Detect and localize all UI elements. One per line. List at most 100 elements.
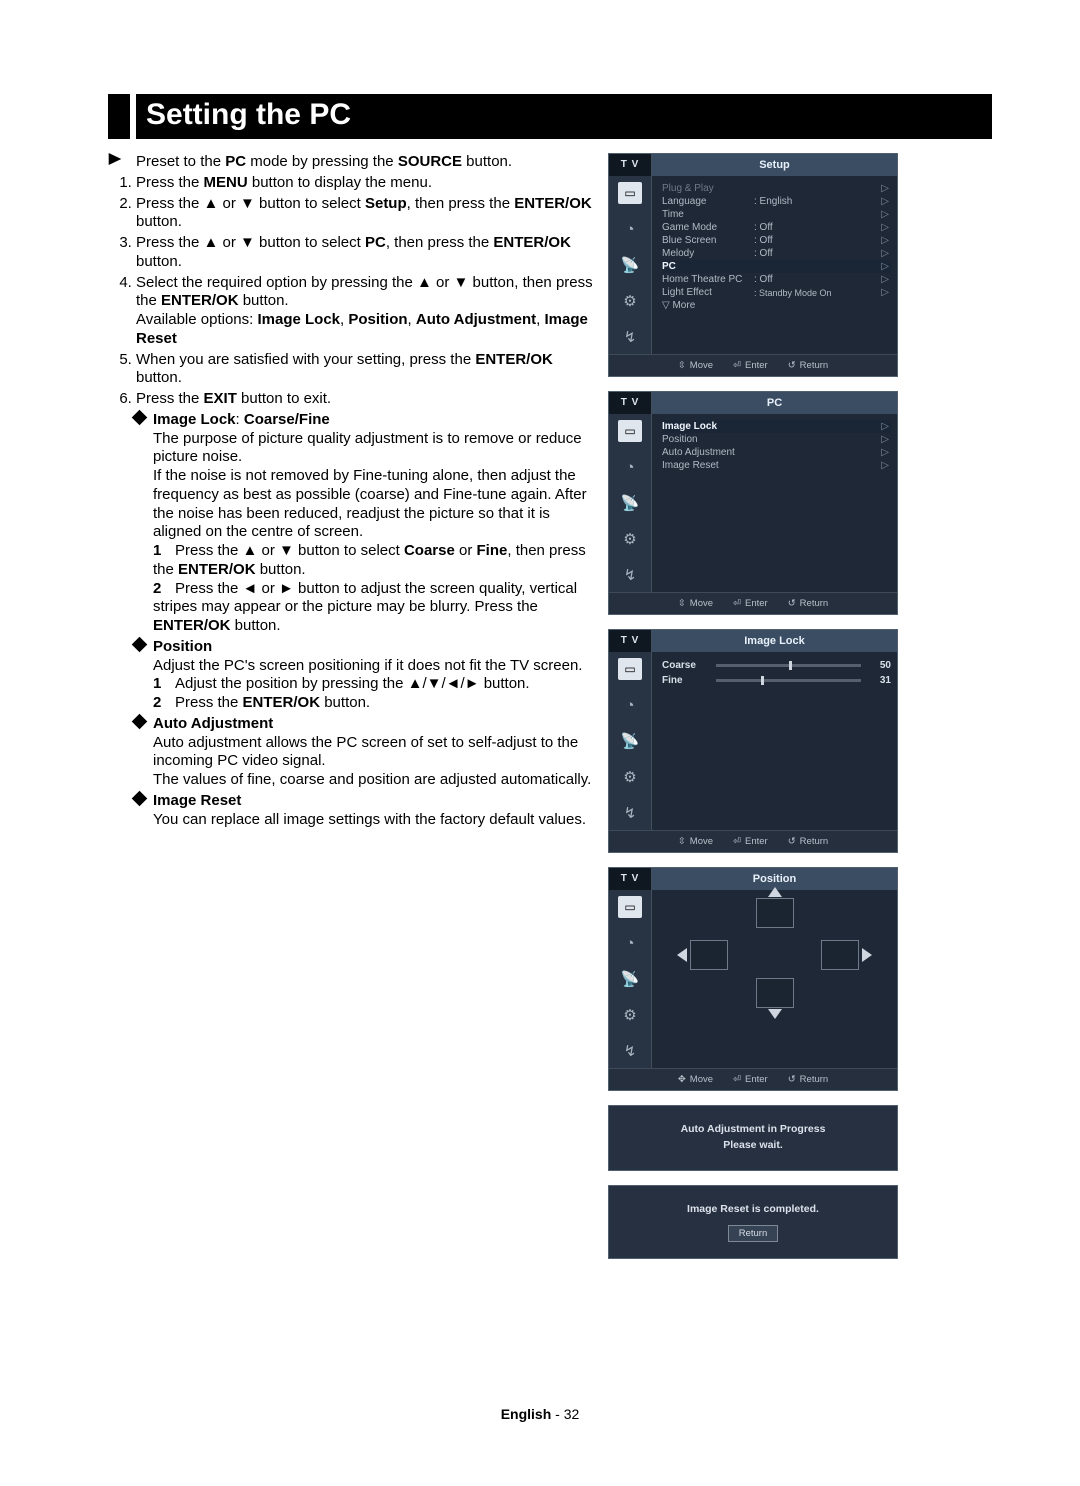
slider-fine[interactable]: Fine 31	[662, 673, 891, 688]
osd-title: Image Lock	[652, 630, 897, 652]
title-row: Setting the PC	[108, 94, 992, 139]
pos-up[interactable]	[756, 898, 794, 928]
step-3: Press the ▲ or ▼ button to select PC, th…	[136, 234, 598, 272]
chevron-right-icon: ▷	[881, 274, 891, 285]
row-image-reset[interactable]: Image Reset▷	[662, 459, 891, 472]
step-6: Press the EXIT button to exit.	[136, 390, 598, 409]
channel-tab-icon[interactable]: 📡	[618, 730, 642, 752]
diamond-bullet-icon	[132, 409, 148, 425]
diamond-bullet-icon	[132, 636, 148, 652]
setup-tab-icon[interactable]: ⚙	[618, 290, 642, 312]
row-home-theatre-pc[interactable]: Home Theatre PC: Off▷	[662, 273, 891, 286]
osd-lock-list[interactable]: Coarse 50 Fine 31	[652, 652, 897, 830]
row-light-effect[interactable]: Light Effect: Standby Mode On▷	[662, 286, 891, 299]
osd-image-lock: T V Image Lock ▭ ◔ 📡 ⚙ ↯ Coarse	[608, 629, 898, 853]
diamond-bullet-icon	[132, 713, 148, 729]
page: Setting the PC Preset to the PC mode by …	[0, 0, 1080, 1486]
chevron-right-icon: ▷	[881, 183, 891, 194]
pos-left[interactable]	[690, 940, 728, 970]
diamond-bullet-icon	[132, 790, 148, 806]
osd-footer: ⇳ Move ⏎ Enter ↺ Return	[609, 830, 897, 852]
return-button[interactable]: Return	[728, 1225, 779, 1242]
imagelock-sub-2: 2Press the ◄ or ► button to adjust the s…	[153, 580, 598, 636]
section-auto: Auto Adjustment Auto adjustment allows t…	[108, 715, 598, 790]
hint-return: ↺ Return	[788, 1074, 828, 1085]
channel-tab-icon[interactable]: 📡	[618, 968, 642, 990]
setup-tab-icon[interactable]: ⚙	[618, 1004, 642, 1026]
page-title: Setting the PC	[136, 94, 992, 139]
picture-tab-icon[interactable]: ▭	[618, 658, 642, 680]
osd-tv-label: T V	[609, 630, 652, 652]
main-steps: Press the MENU button to display the men…	[108, 174, 598, 409]
row-time[interactable]: Time▷	[662, 208, 891, 221]
row-melody[interactable]: Melody: Off▷	[662, 247, 891, 260]
slider-coarse[interactable]: Coarse 50	[662, 658, 891, 673]
input-tab-icon[interactable]: ↯	[618, 802, 642, 824]
step-2: Press the ▲ or ▼ button to select Setup,…	[136, 195, 598, 233]
row-position[interactable]: Position▷	[662, 433, 891, 446]
row-auto-adjustment[interactable]: Auto Adjustment▷	[662, 446, 891, 459]
imagelock-sub-1: 1Press the ▲ or ▼ button to select Coars…	[153, 542, 598, 580]
setup-tab-icon[interactable]: ⚙	[618, 528, 642, 550]
hint-enter: ⏎ Enter	[733, 360, 768, 371]
hint-enter: ⏎ Enter	[733, 836, 768, 847]
preset-hint: Preset to the PC mode by pressing the SO…	[108, 153, 598, 172]
osd-setup: T V Setup ▭ ◔ 📡 ⚙ ↯ Plug & Play▷ Languag…	[608, 153, 898, 377]
row-pc[interactable]: PC▷	[662, 260, 891, 273]
sound-tab-icon[interactable]: ◔	[618, 218, 642, 240]
chevron-right-icon: ▷	[881, 287, 891, 298]
row-image-lock[interactable]: Image Lock▷	[662, 420, 891, 433]
input-tab-icon[interactable]: ↯	[618, 326, 642, 348]
title-accent	[108, 94, 130, 139]
msg-auto-line1: Auto Adjustment in Progress	[617, 1122, 889, 1138]
input-tab-icon[interactable]: ↯	[618, 564, 642, 586]
osd-sidebar[interactable]: ▭ ◔ 📡 ⚙ ↯	[609, 652, 652, 830]
setup-tab-icon[interactable]: ⚙	[618, 766, 642, 788]
osd-pc-list[interactable]: Image Lock▷ Position▷ Auto Adjustment▷ I…	[652, 414, 897, 592]
chevron-right-icon: ▷	[881, 209, 891, 220]
msg-image-reset: Image Reset is completed. Return	[608, 1185, 898, 1260]
sound-tab-icon[interactable]: ◔	[618, 694, 642, 716]
chevron-right-icon: ▷	[881, 434, 891, 445]
msg-auto-line2: Please wait.	[617, 1138, 889, 1154]
channel-tab-icon[interactable]: 📡	[618, 254, 642, 276]
osd-sidebar[interactable]: ▭ ◔ 📡 ⚙ ↯	[609, 176, 652, 354]
osd-sidebar[interactable]: ▭ ◔ 📡 ⚙ ↯	[609, 414, 652, 592]
hint-move: ⇳ Move	[678, 360, 713, 371]
chevron-right-icon: ▷	[881, 196, 891, 207]
instruction-column: Preset to the PC mode by pressing the SO…	[108, 153, 598, 829]
position-sub-1: 1Adjust the position by pressing the ▲/▼…	[153, 675, 598, 694]
msg-reset-line1: Image Reset is completed.	[617, 1202, 889, 1218]
picture-tab-icon[interactable]: ▭	[618, 182, 642, 204]
fine-track	[716, 679, 861, 682]
sound-tab-icon[interactable]: ◔	[618, 456, 642, 478]
row-plug-play[interactable]: Plug & Play▷	[662, 182, 891, 195]
row-blue-screen[interactable]: Blue Screen: Off▷	[662, 234, 891, 247]
chevron-right-icon: ▷	[881, 447, 891, 458]
chevron-right-icon: ▷	[881, 460, 891, 471]
coarse-track	[716, 664, 861, 667]
input-tab-icon[interactable]: ↯	[618, 1040, 642, 1062]
row-language[interactable]: Language: English▷	[662, 195, 891, 208]
position-sub-2: 2Press the ENTER/OK button.	[153, 694, 598, 713]
section-reset: Image Reset You can replace all image se…	[108, 792, 598, 830]
section-position: Position Adjust the PC's screen position…	[108, 638, 598, 676]
pos-right[interactable]	[821, 940, 859, 970]
picture-tab-icon[interactable]: ▭	[618, 896, 642, 918]
osd-pc: T V PC ▭ ◔ 📡 ⚙ ↯ Image Lock▷ Position▷ A…	[608, 391, 898, 615]
page-footer: English - 32	[0, 1406, 1080, 1422]
pos-down[interactable]	[756, 978, 794, 1008]
sound-tab-icon[interactable]: ◔	[618, 932, 642, 954]
row-game-mode[interactable]: Game Mode: Off▷	[662, 221, 891, 234]
position-grid[interactable]	[652, 890, 897, 1020]
osd-position: T V Position ▭ ◔ 📡 ⚙ ↯	[608, 867, 898, 1091]
osd-footer: ⇳ Move ⏎ Enter ↺ Return	[609, 354, 897, 376]
channel-tab-icon[interactable]: 📡	[618, 492, 642, 514]
chevron-right-icon: ▷	[881, 235, 891, 246]
osd-setup-list[interactable]: Plug & Play▷ Language: English▷ Time▷ Ga…	[652, 176, 897, 354]
picture-tab-icon[interactable]: ▭	[618, 420, 642, 442]
step-1: Press the MENU button to display the men…	[136, 174, 598, 193]
osd-sidebar[interactable]: ▭ ◔ 📡 ⚙ ↯	[609, 890, 652, 1068]
row-more[interactable]: ▽ More	[662, 299, 891, 312]
section-imagelock: Image Lock: Coarse/Fine The purpose of p…	[108, 411, 598, 542]
